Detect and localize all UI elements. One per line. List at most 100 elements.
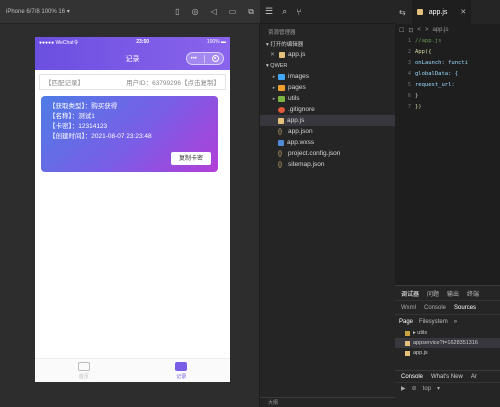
outline-label: 大纲 [268, 400, 279, 406]
tree-item-utils[interactable]: ▸ utils [260, 93, 395, 104]
tree-item-app-json[interactable]: {} app.json [260, 126, 395, 137]
tab-terminal[interactable]: 终端 [467, 289, 479, 298]
drawer-tab-whats-new[interactable]: What's New [431, 374, 463, 380]
line-number: 7 [407, 104, 411, 110]
tab-output[interactable]: 输出 [447, 289, 459, 298]
tab-home[interactable]: 首页 [35, 359, 133, 382]
close-circle-icon[interactable] [212, 55, 220, 62]
nav-forward-icon[interactable]: > [425, 27, 429, 33]
code-text: //app.js [415, 38, 442, 44]
source-tree-label: app.js [413, 350, 428, 356]
split-editor-icon[interactable]: ☐ [399, 27, 404, 34]
popout-icon[interactable]: ⧉ [248, 7, 254, 17]
more-icon[interactable]: ••• [191, 56, 197, 62]
code-text: globalData: { [415, 71, 459, 77]
record-icon[interactable]: ◎ [192, 7, 199, 17]
code-text: } [415, 93, 419, 99]
tab-records[interactable]: 记录 [133, 359, 231, 382]
tab-page[interactable]: Page [399, 319, 413, 325]
chevron-right-icon: ▸ [272, 73, 276, 80]
code-line[interactable]: 1 //app.js [397, 36, 500, 47]
line-number: 4 [407, 71, 411, 77]
tree-item-pages[interactable]: ▸ pages [260, 82, 395, 93]
menu-capsule[interactable]: ••• [186, 52, 224, 65]
outline-section[interactable]: 大纲 [260, 397, 395, 407]
sources-tabs: Page Filesystem » [395, 314, 500, 328]
drawer-tab-console[interactable]: Console [401, 374, 423, 380]
device-select[interactable]: iPhone 6/7/8 100% 16 ▾ [6, 8, 70, 15]
tree-item-app-wxss[interactable]: app.wxss [260, 137, 395, 148]
tree-item-images[interactable]: ▸ images [260, 71, 395, 82]
code-line[interactable]: 3 onLaunch: functi [397, 58, 500, 69]
json-file-icon: {} [278, 128, 283, 135]
editor-panel: ⇆ app.js ✕ ☐ ⊡ < > app.js 1 //app.js 2 App(… [395, 0, 500, 285]
tab-wxml[interactable]: Wxml [401, 305, 416, 311]
code-area[interactable]: 1//app.js 2 App({3 onLaunch: functi 4 globa… [395, 36, 500, 113]
line-number: 2 [407, 49, 411, 55]
nav-back-icon[interactable]: < [417, 27, 421, 33]
tab-problems[interactable]: 问题 [427, 289, 439, 298]
editor-tab-app-js[interactable]: app.js ✕ [411, 0, 472, 24]
line-number: 6 [407, 93, 411, 99]
tree-item-label: sitemap.json [288, 161, 325, 168]
js-file-icon [279, 51, 286, 58]
wxss-file-icon [278, 139, 284, 146]
line-number: 1 [407, 38, 411, 44]
open-editor-item[interactable]: ✕ app.js [260, 49, 395, 60]
tab-filesystem[interactable]: Filesystem [419, 319, 448, 325]
open-editors-header[interactable]: ▾ 打开的编辑器 [260, 38, 395, 49]
simulator-toolbar: iPhone 6/7/8 100% 16 ▾ ▯ ◎ ◁ ▭ ⧉ [0, 0, 260, 24]
close-tab-icon[interactable]: ✕ [460, 8, 466, 16]
window-icon[interactable]: ▭ [229, 7, 237, 17]
code-line[interactable]: 4 globalData: { [397, 69, 500, 80]
breadcrumb-file[interactable]: app.js [432, 27, 448, 33]
tree-item-project-config[interactable]: {} project.config.json [260, 148, 395, 159]
bookmark-icon[interactable]: ⊡ [408, 27, 413, 34]
project-header[interactable]: ▾ QWER [260, 60, 395, 71]
tab-debugger[interactable]: 调试器 [401, 289, 419, 298]
play-icon[interactable]: ▶ [401, 385, 406, 392]
explorer-title: 资源管理器 [268, 30, 296, 36]
chevron-down-icon[interactable]: ▾ [437, 385, 440, 392]
copy-key-button[interactable]: 复制卡密 [171, 152, 211, 165]
code-line[interactable]: 2 App({ [397, 47, 500, 58]
line-number: 3 [407, 60, 411, 66]
back-icon[interactable]: ◁ [211, 7, 217, 17]
json-file-icon: {} [278, 150, 283, 157]
js-file-icon [416, 9, 423, 15]
source-tree-item[interactable]: ▸ utils [395, 328, 500, 338]
code-line[interactable]: 7}) [397, 102, 500, 113]
code-line[interactable]: 6 } [397, 91, 500, 102]
context-select[interactable]: top [423, 386, 431, 392]
card-type: 【获取类型】：购买获得 [49, 103, 118, 110]
clear-console-icon[interactable]: ⊘ [412, 385, 417, 392]
debug-panel: 调试器 问题 输出 终端 Wxml Console Sources Page F… [395, 285, 500, 407]
tree-item-label: app.wxss [287, 139, 315, 146]
close-icon[interactable]: ✕ [270, 51, 275, 58]
source-tree-item[interactable]: appservice?t=1628351316 [395, 338, 500, 348]
tree-item-app-js[interactable]: app.js [260, 115, 395, 126]
code-line[interactable]: 5 request_url: [397, 80, 500, 91]
status-bar: ●●●●● WeChat令 23:50 100% ▬ [35, 37, 230, 47]
more-tabs-icon[interactable]: » [454, 319, 457, 325]
records-tab-icon [175, 361, 188, 371]
tab-console[interactable]: Console [424, 305, 446, 311]
tree-item-label: .gitignore [288, 106, 315, 113]
user-id-copy[interactable]: 用户ID：63799296【点击复制】 [126, 77, 220, 87]
search-icon[interactable]: ⌕ [282, 6, 287, 17]
tab-sources[interactable]: Sources [454, 305, 476, 311]
tree-item-gitignore[interactable]: .gitignore [260, 104, 395, 115]
source-control-icon[interactable]: ⑂ [296, 7, 301, 17]
record-label: 【匹配记录】 [45, 80, 84, 87]
source-tree-item[interactable]: app.js [395, 348, 500, 358]
simulator-panel: iPhone 6/7/8 100% 16 ▾ ▯ ◎ ◁ ▭ ⧉ ●●●●● W… [0, 0, 260, 407]
tree-item-label: app.json [288, 128, 313, 135]
files-icon[interactable]: ☰ [265, 6, 273, 17]
split-icon[interactable]: ⇆ [399, 8, 406, 17]
tree-item-label: images [288, 73, 309, 80]
drawer-tab-more[interactable]: Ar [471, 374, 477, 380]
file-icon [405, 350, 410, 356]
phone-icon[interactable]: ▯ [175, 7, 179, 17]
tree-item-sitemap[interactable]: {} sitemap.json [260, 159, 395, 170]
home-tab-icon [77, 361, 90, 371]
